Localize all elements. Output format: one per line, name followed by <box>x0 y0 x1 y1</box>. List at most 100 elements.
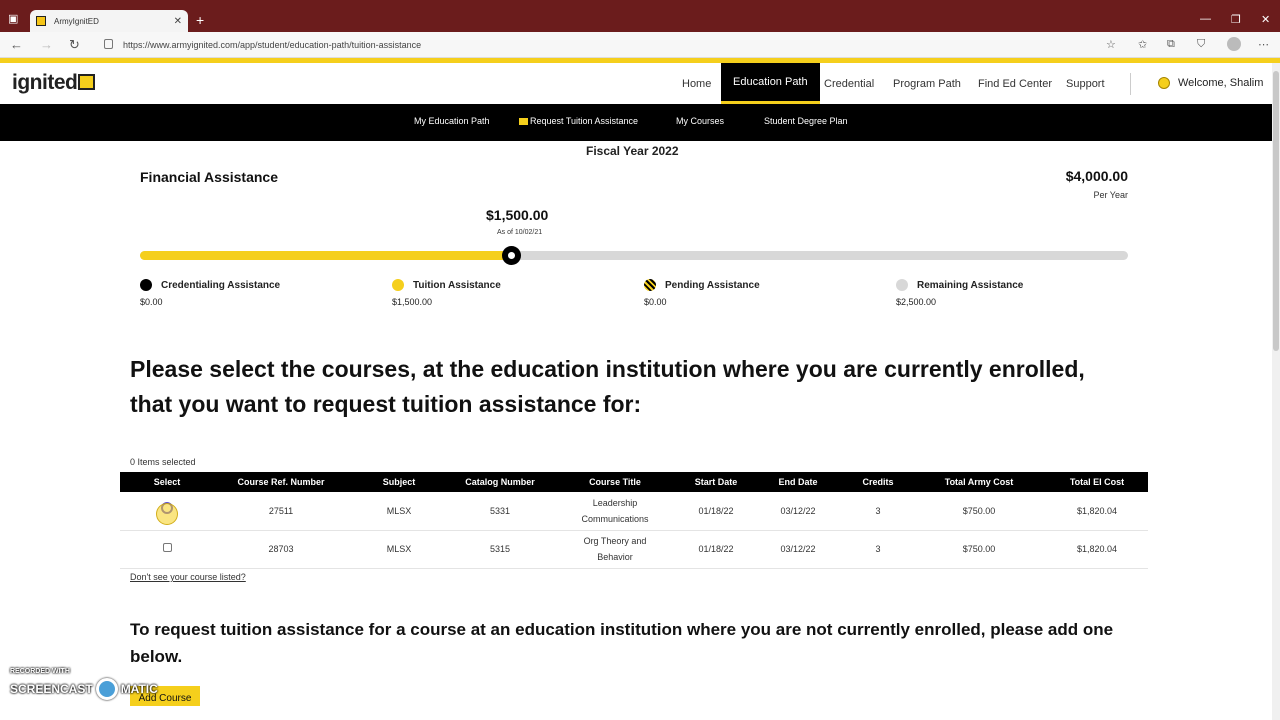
more-menu-icon[interactable]: ⋯ <box>1258 38 1269 51</box>
favorites-icon[interactable]: ✩ <box>1138 38 1147 51</box>
ignited-logo[interactable]: ignited <box>12 71 96 95</box>
browser-tab-bar: ▣ ArmyIgnitED ✕ + — ❐ ✕ <box>0 0 1280 32</box>
progress-fill <box>140 251 511 260</box>
nav-program-path[interactable]: Program Path <box>893 63 961 104</box>
cell-army-cost: $750.00 <box>912 492 1046 531</box>
cell-ref: 28703 <box>214 530 348 569</box>
col-select: Select <box>120 472 214 492</box>
refresh-icon[interactable]: ↻ <box>69 38 80 51</box>
cell-credits: 3 <box>844 530 912 569</box>
browser-tab[interactable]: ArmyIgnitED ✕ <box>30 10 188 32</box>
select-checkbox[interactable] <box>161 502 173 515</box>
lock-icon <box>104 39 113 49</box>
cell-title: Org Theory and Behavior <box>550 530 680 569</box>
ta-icon <box>519 118 528 125</box>
legend-dot-icon <box>896 279 908 291</box>
cell-catalog: 5331 <box>450 492 550 531</box>
legend-dot-icon <box>392 279 404 291</box>
address-bar: ← → ↻ https://www.armyignited.com/app/st… <box>0 32 1280 58</box>
back-arrow-icon[interactable]: ← <box>10 38 23 51</box>
add-favorite-icon[interactable]: ☆ <box>1106 38 1116 51</box>
cell-subject: MLSX <box>348 530 450 569</box>
cell-end: 03/12/22 <box>752 530 844 569</box>
col-total-ei-cost: Total EI Cost <box>1046 472 1148 492</box>
nav-divider <box>1130 73 1131 95</box>
fiscal-year-heading: Fiscal Year 2022 <box>586 144 679 158</box>
legend-pending: Pending Assistance $0.00 <box>644 279 844 307</box>
col-course-title: Course Title <box>550 472 680 492</box>
max-amount: $4,000.00 <box>1065 168 1128 184</box>
url-field[interactable]: https://www.armyignited.com/app/student/… <box>123 40 421 50</box>
maximize-button[interactable]: ❐ <box>1231 13 1241 26</box>
legend-dot-icon <box>140 279 152 291</box>
legend-remaining: Remaining Assistance $2,500.00 <box>896 279 1096 307</box>
cell-ei-cost: $1,820.04 <box>1046 530 1148 569</box>
new-tab-button[interactable]: + <box>196 13 204 27</box>
welcome-text: Welcome, Shalim <box>1178 77 1264 89</box>
profile-avatar-icon[interactable] <box>1227 37 1241 51</box>
logo-mark-icon <box>78 74 96 90</box>
course-table: Select Course Ref. Number Subject Catalo… <box>120 472 1148 569</box>
subnav-my-courses[interactable]: My Courses <box>676 116 724 126</box>
sub-navigation: My Education Path Request Tuition Assist… <box>0 104 1272 141</box>
legend-credentialing: Credentialing Assistance $0.00 <box>140 279 340 307</box>
extensions-icon[interactable]: ⛉ <box>1197 38 1205 51</box>
nav-credential[interactable]: Credential <box>824 63 874 104</box>
course-not-listed-link[interactable]: Don't see your course listed? <box>130 572 246 582</box>
legend-tuition: Tuition Assistance $1,500.00 <box>392 279 592 307</box>
nav-education-path[interactable]: Education Path <box>721 63 820 104</box>
table-row[interactable]: 27511 MLSX 5331 Leadership Communications… <box>120 492 1148 531</box>
legend-dot-icon <box>644 279 656 291</box>
per-year-label: Per Year <box>1093 190 1128 200</box>
financial-assistance-title: Financial Assistance <box>140 169 278 185</box>
items-selected-count: 0 Items selected <box>130 457 196 467</box>
subnav-my-education-path[interactable]: My Education Path <box>414 116 490 126</box>
add-institution-instruction: To request tuition assistance for a cour… <box>130 620 1114 666</box>
cell-ei-cost: $1,820.04 <box>1046 492 1148 531</box>
legend-value: $0.00 <box>140 297 163 307</box>
user-menu[interactable]: Welcome, Shalim <box>1158 77 1263 89</box>
close-window-button[interactable]: ✕ <box>1261 13 1270 26</box>
tab-title: ArmyIgnitED <box>54 16 99 26</box>
minimize-button[interactable]: — <box>1200 13 1211 25</box>
subnav-request-tuition-assistance[interactable]: Request Tuition Assistance <box>519 116 638 126</box>
col-catalog-number: Catalog Number <box>450 472 550 492</box>
legend-value: $0.00 <box>644 297 667 307</box>
legend-value: $1,500.00 <box>392 297 433 307</box>
site-header: ignited Home Education Path Credential P… <box>0 63 1272 104</box>
page-scrollbar[interactable] <box>1272 63 1280 720</box>
window-menu-icon[interactable]: ▣ <box>8 14 18 25</box>
site-favicon-icon <box>36 16 46 26</box>
screencast-watermark: RECORDED WITH SCREENCAST MATIC <box>10 668 158 700</box>
tab-close-icon[interactable]: ✕ <box>174 16 182 27</box>
cell-end: 03/12/22 <box>752 492 844 531</box>
cell-ref: 27511 <box>214 492 348 531</box>
col-subject: Subject <box>348 472 450 492</box>
collections-icon[interactable]: ⧉ <box>1167 38 1175 51</box>
table-row[interactable]: 28703 MLSX 5315 Org Theory and Behavior 0… <box>120 530 1148 569</box>
forward-arrow-icon[interactable]: → <box>40 38 53 51</box>
legend-value: $2,500.00 <box>896 297 937 307</box>
cell-catalog: 5315 <box>450 530 550 569</box>
assistance-progress-bar <box>140 246 1128 265</box>
col-total-army-cost: Total Army Cost <box>912 472 1046 492</box>
progress-marker <box>501 246 521 265</box>
select-checkbox[interactable] <box>162 543 172 552</box>
nav-home[interactable]: Home <box>682 63 711 104</box>
course-selection-instruction: Please select the courses, at the educat… <box>130 356 1085 417</box>
table-header-row: Select Course Ref. Number Subject Catalo… <box>120 472 1148 492</box>
col-start-date: Start Date <box>680 472 752 492</box>
current-amount: $1,500.00 <box>486 207 549 223</box>
scrollbar-thumb[interactable] <box>1273 71 1279 351</box>
col-credits: Credits <box>844 472 912 492</box>
screencast-logo-icon <box>95 678 118 700</box>
subnav-student-degree-plan[interactable]: Student Degree Plan <box>764 116 848 126</box>
cell-subject: MLSX <box>348 492 450 531</box>
cell-start: 01/18/22 <box>680 530 752 569</box>
cell-title: Leadership Communications <box>550 492 680 531</box>
user-icon <box>1158 77 1170 89</box>
col-ref-number: Course Ref. Number <box>214 472 348 492</box>
nav-find-ed-center[interactable]: Find Ed Center <box>978 63 1052 104</box>
cell-army-cost: $750.00 <box>912 530 1046 569</box>
nav-support[interactable]: Support <box>1066 63 1105 104</box>
